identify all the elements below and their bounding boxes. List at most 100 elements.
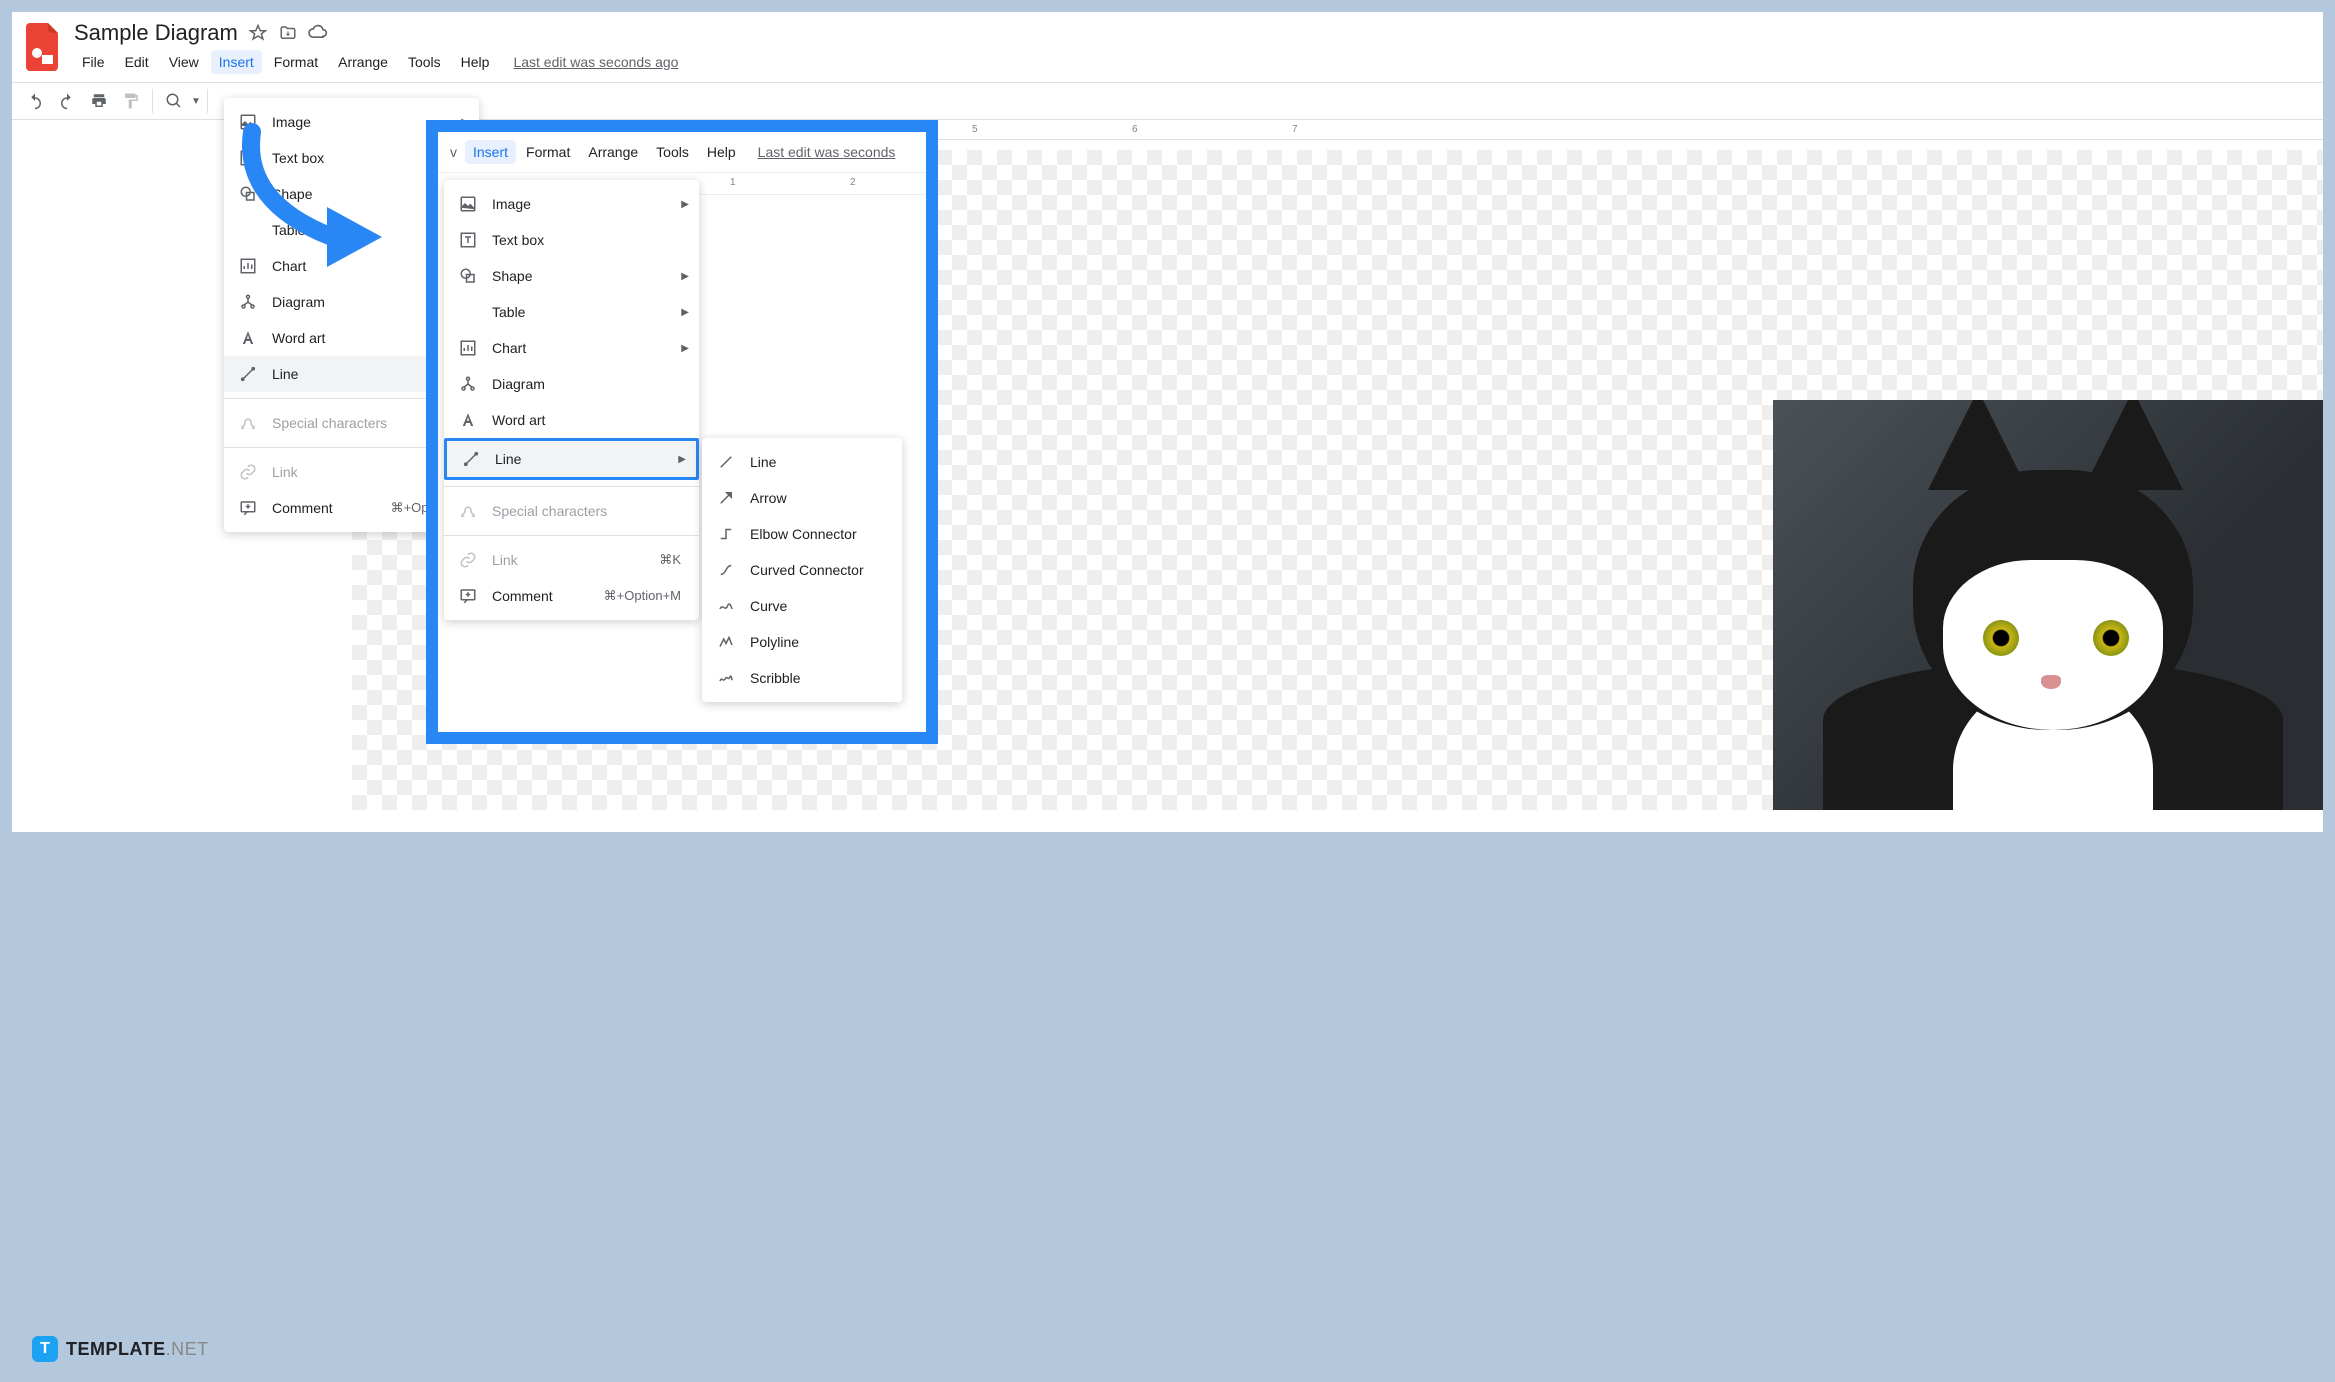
overlay-menu-format[interactable]: Format	[518, 140, 578, 164]
submenu-elbow[interactable]: Elbow Connector	[702, 516, 902, 552]
drawings-logo-icon[interactable]	[24, 20, 64, 74]
link-icon	[458, 550, 478, 570]
document-title[interactable]: Sample Diagram	[74, 20, 238, 46]
menu-item-table[interactable]: Table ▶	[444, 294, 699, 330]
menu-item-comment[interactable]: Comment ⌘+Option+M	[444, 578, 699, 614]
move-folder-icon[interactable]	[278, 23, 298, 43]
ruler-tick: 6	[1132, 124, 1138, 135]
overlay-menu-help[interactable]: Help	[699, 140, 744, 164]
menu-label: Text box	[272, 150, 324, 166]
line-icon	[716, 452, 736, 472]
submenu-arrow-icon: ▶	[681, 271, 689, 282]
menu-label: Special characters	[492, 503, 607, 519]
menu-edit[interactable]: Edit	[117, 50, 157, 74]
menu-item-shape[interactable]: Shape ▶	[444, 258, 699, 294]
polyline-icon	[716, 632, 736, 652]
scribble-icon	[716, 668, 736, 688]
menu-label: Shape	[492, 268, 532, 284]
menu-item-textbox[interactable]: Text box	[444, 222, 699, 258]
inserted-image[interactable]	[1773, 400, 2323, 810]
menu-bar: File Edit View Insert Format Arrange Too…	[74, 50, 2311, 74]
submenu-curve[interactable]: Curve	[702, 588, 902, 624]
submenu-arrow-icon: ▶	[681, 343, 689, 354]
menu-format[interactable]: Format	[266, 50, 326, 74]
shortcut-label: ⌘K	[639, 552, 681, 568]
menu-arrange[interactable]: Arrange	[330, 50, 396, 74]
menu-label: Comment	[272, 500, 333, 516]
watermark-logo-icon: T	[32, 1336, 58, 1362]
menu-item-image[interactable]: Image ▶	[444, 186, 699, 222]
ruler-tick: 7	[1292, 124, 1298, 135]
menu-view[interactable]: View	[161, 50, 207, 74]
menu-item-chart[interactable]: Chart ▶	[444, 330, 699, 366]
blank-icon	[458, 302, 478, 322]
overlay-menu-bar: v Insert Format Arrange Tools Help Last …	[438, 132, 926, 173]
undo-button[interactable]	[20, 86, 50, 116]
comment-icon	[458, 586, 478, 606]
paint-format-button[interactable]	[116, 86, 146, 116]
watermark-brand: TEMPLATE	[66, 1339, 166, 1359]
menu-label: Curve	[750, 598, 787, 614]
textbox-icon	[238, 148, 258, 168]
chart-icon	[458, 338, 478, 358]
submenu-line[interactable]: Line	[702, 444, 902, 480]
textbox-icon	[458, 230, 478, 250]
curve-icon	[716, 596, 736, 616]
menu-tools[interactable]: Tools	[400, 50, 449, 74]
toolbar-separator	[152, 89, 153, 113]
last-edit-link[interactable]: Last edit was seconds ago	[513, 54, 678, 70]
menu-item-line-highlighted[interactable]: Line ▶	[444, 438, 699, 480]
overlay-menu-tools[interactable]: Tools	[648, 140, 697, 164]
diagram-icon	[238, 292, 258, 312]
overlay-insert-menu: Image ▶ Text box Shape ▶ Table ▶ Chart ▶	[444, 180, 699, 620]
menu-help[interactable]: Help	[453, 50, 498, 74]
overlay-menu-insert[interactable]: Insert	[465, 140, 516, 164]
blank-icon	[238, 220, 258, 240]
menu-label: Comment	[492, 588, 553, 604]
overlay-menu-arrange[interactable]: Arrange	[580, 140, 646, 164]
submenu-arrow[interactable]: Arrow	[702, 480, 902, 516]
zoom-button[interactable]	[159, 86, 189, 116]
menu-label: Special characters	[272, 415, 387, 431]
menu-label: Image	[492, 196, 531, 212]
document-header: Sample Diagram File Edit View Insert For…	[74, 20, 2311, 74]
menu-label: Diagram	[492, 376, 545, 392]
overlay-ruler: 1 2	[700, 173, 926, 195]
omega-icon	[238, 413, 258, 433]
print-button[interactable]	[84, 86, 114, 116]
submenu-curved[interactable]: Curved Connector	[702, 552, 902, 588]
menu-label: Link	[492, 552, 518, 568]
elbow-connector-icon	[716, 524, 736, 544]
shortcut-label: ⌘+Option+M	[584, 588, 681, 604]
title-row: Sample Diagram	[74, 20, 2311, 46]
omega-icon	[458, 501, 478, 521]
watermark: T TEMPLATE.NET	[32, 1336, 209, 1362]
menu-label: Line	[272, 366, 298, 382]
submenu-scribble[interactable]: Scribble	[702, 660, 902, 696]
menu-label: Polyline	[750, 634, 799, 650]
menu-item-wordart[interactable]: Word art	[444, 402, 699, 438]
submenu-arrow-icon: ▶	[678, 454, 686, 465]
submenu-polyline[interactable]: Polyline	[702, 624, 902, 660]
overlay-last-edit[interactable]: Last edit was seconds	[758, 144, 896, 160]
shape-icon	[458, 266, 478, 286]
menu-file[interactable]: File	[74, 50, 113, 74]
menu-label: Image	[272, 114, 311, 130]
menu-item-diagram[interactable]: Diagram	[444, 366, 699, 402]
redo-button[interactable]	[52, 86, 82, 116]
line-submenu: Line Arrow Elbow Connector Curved Connec…	[702, 438, 902, 702]
menu-insert[interactable]: Insert	[211, 50, 262, 74]
menu-label: Scribble	[750, 670, 801, 686]
diagram-icon	[458, 374, 478, 394]
image-icon	[238, 112, 258, 132]
ruler-tick: 2	[850, 177, 856, 188]
menu-separator	[444, 535, 699, 536]
watermark-text: TEMPLATE.NET	[66, 1339, 209, 1360]
menu-label: Elbow Connector	[750, 526, 857, 542]
star-icon[interactable]	[248, 23, 268, 43]
menu-separator	[444, 486, 699, 487]
zoom-dropdown-icon[interactable]: ▼	[191, 96, 201, 107]
cloud-status-icon[interactable]	[308, 23, 328, 43]
menu-label: Diagram	[272, 294, 325, 310]
menu-item-special-chars: Special characters	[444, 493, 699, 529]
